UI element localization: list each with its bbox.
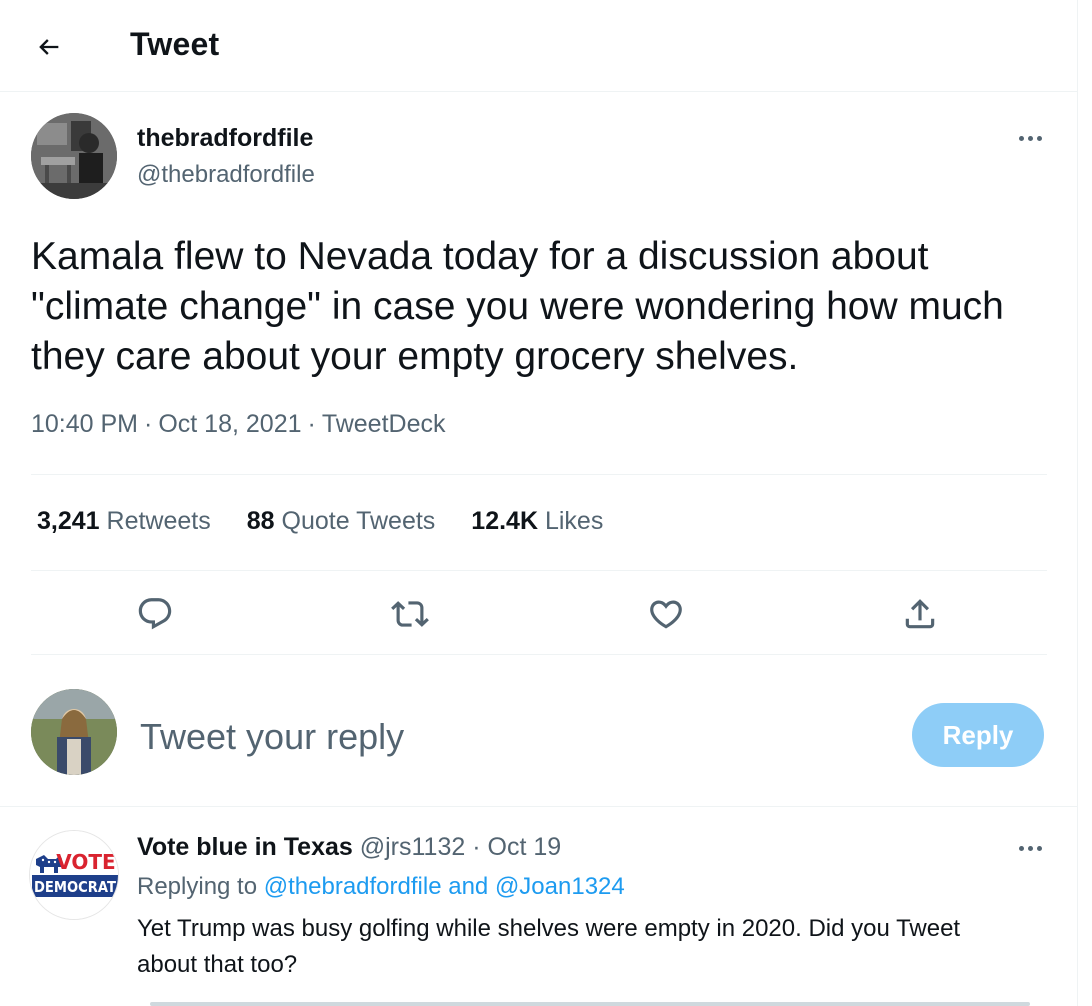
share-action-button[interactable] xyxy=(898,592,942,636)
likes-count: 12.4K xyxy=(471,507,539,535)
tweet-stats: 3,241 Retweets 88 Quote Tweets 12.4K Lik… xyxy=(37,507,603,536)
tweet-meta: 10:40 PM · Oct 18, 2021 · TweetDeck xyxy=(31,410,446,439)
replying-to-link[interactable]: @thebradfordfile xyxy=(264,873,442,900)
tweet-page: Tweet thebradfordfile @thebradfordfile K… xyxy=(0,0,1078,1006)
replying-and[interactable]: and xyxy=(448,873,488,900)
replying-to-prefix: Replying to xyxy=(137,873,258,900)
meta-separator: · xyxy=(144,410,153,438)
like-action-button[interactable] xyxy=(644,592,688,636)
tweet-time[interactable]: 10:40 PM xyxy=(31,410,138,438)
reply-author-name[interactable]: Vote blue in Texas xyxy=(137,833,353,861)
avatar-photo xyxy=(31,689,117,775)
scroll-indicator xyxy=(150,1002,1030,1006)
replying-to-link[interactable]: @Joan1324 xyxy=(495,873,625,900)
reply-text: Yet Trump was busy golfing while shelves… xyxy=(137,915,961,978)
reply-action-button[interactable] xyxy=(133,592,177,636)
back-button[interactable] xyxy=(30,28,68,66)
replying-to: Replying to @thebradfordfile and @Joan13… xyxy=(137,873,625,901)
divider xyxy=(31,474,1047,475)
divider xyxy=(31,570,1047,571)
page-title: Tweet xyxy=(130,26,220,62)
reply-author-avatar[interactable]: VOTE DEMOCRAT xyxy=(29,830,119,920)
author-name[interactable]: thebradfordfile xyxy=(137,124,313,153)
retweet-icon xyxy=(391,601,429,627)
reply-author-handle[interactable]: @jrs1132 xyxy=(360,833,466,861)
tweet-text: Kamala flew to Nevada today for a discus… xyxy=(31,235,1004,378)
author-handle[interactable]: @thebradfordfile xyxy=(137,161,315,189)
logo-text-top: VOTE xyxy=(56,850,115,874)
retweets-stat[interactable]: 3,241 Retweets xyxy=(37,507,211,536)
section-divider xyxy=(0,806,1078,807)
more-dot xyxy=(1036,135,1042,141)
arrow-left-icon xyxy=(39,39,59,55)
logo-text-bottom: DEMOCRAT xyxy=(34,878,117,896)
page-header: Tweet xyxy=(0,0,1078,92)
more-options-button[interactable] xyxy=(1012,126,1048,150)
more-dot xyxy=(1027,135,1033,141)
share-icon xyxy=(905,599,935,629)
reply-button[interactable]: Reply xyxy=(912,703,1044,767)
comment-icon xyxy=(138,598,172,630)
more-dot xyxy=(1036,845,1042,851)
more-dot xyxy=(1027,845,1033,851)
vote-democrat-logo: VOTE DEMOCRAT xyxy=(30,831,118,919)
meta-separator: · xyxy=(307,410,316,438)
quote-tweets-stat[interactable]: 88 Quote Tweets xyxy=(247,507,436,536)
more-horizontal-icon xyxy=(1018,845,1024,851)
tweet-date[interactable]: Oct 18, 2021 xyxy=(158,410,301,438)
retweets-label: Retweets xyxy=(106,507,211,535)
heart-icon xyxy=(650,600,682,629)
likes-stat[interactable]: 12.4K Likes xyxy=(471,507,603,536)
avatar-photo xyxy=(31,113,117,199)
more-horizontal-icon xyxy=(1018,135,1024,141)
user-avatar[interactable] xyxy=(31,689,117,775)
divider xyxy=(31,654,1047,655)
quotes-count: 88 xyxy=(246,507,275,535)
reply-input[interactable] xyxy=(140,712,840,762)
reply-more-options-button[interactable] xyxy=(1012,836,1048,860)
author-avatar[interactable] xyxy=(31,113,117,199)
quotes-label: Quote Tweets xyxy=(281,507,436,535)
tweet-source[interactable]: TweetDeck xyxy=(322,410,446,438)
retweets-count: 3,241 xyxy=(37,507,100,535)
reply-date[interactable]: Oct 19 xyxy=(488,833,562,861)
likes-label: Likes xyxy=(544,507,604,535)
reply-separator: · xyxy=(472,833,481,861)
reply-author-line: Vote blue in Texas @jrs1132 · Oct 19 xyxy=(137,833,561,862)
retweet-action-button[interactable] xyxy=(388,592,432,636)
